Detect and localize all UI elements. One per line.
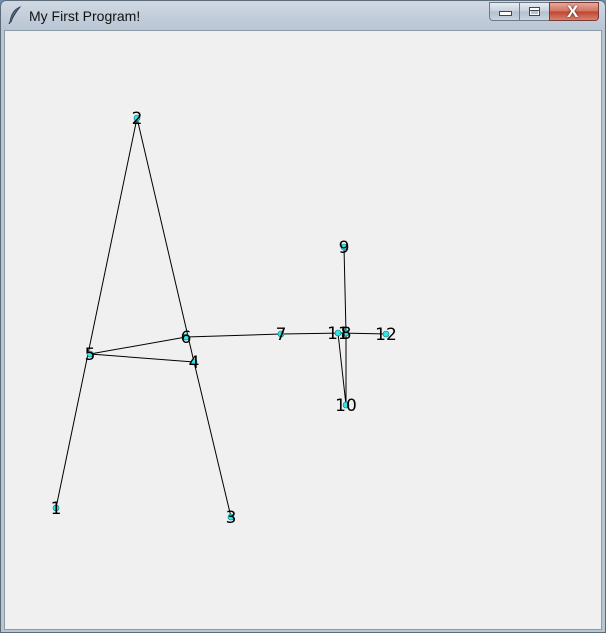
close-button[interactable]: X [549, 2, 599, 21]
feather-icon[interactable] [7, 6, 23, 25]
graph-node-label-2: 2 [132, 109, 143, 129]
graph-node-label-3: 3 [226, 508, 237, 528]
graph-edge-6-7 [185, 333, 282, 338]
graph-node-label-9: 9 [339, 238, 350, 258]
graph-edge-2-4 [136, 117, 195, 363]
graph-node-label-6: 6 [181, 328, 192, 348]
graph-edge-9-8 [343, 246, 347, 334]
canvas-area[interactable]: 1 2 3 4 5 6 7 8 9 10 11 12 [4, 30, 602, 630]
graph-edge-5-4 [89, 353, 195, 363]
app-window: My First Program! X 1 2 3 4 5 6 7 8 9 10 11 12 [0, 0, 606, 633]
maximize-icon [529, 7, 540, 16]
minimize-icon [499, 11, 512, 16]
graph-canvas[interactable]: 123456 7 891011 12 [5, 31, 601, 629]
maximize-button[interactable] [519, 2, 549, 21]
graph-node-label-4: 4 [189, 353, 200, 373]
graph-node-label-10: 10 [335, 396, 357, 416]
graph-edge-5-6 [89, 336, 187, 355]
graph-node-label-5: 5 [85, 345, 96, 365]
graph-node-label-7: 7 [276, 325, 287, 345]
title-bar[interactable]: My First Program! X [1, 1, 605, 30]
graph-node-label-11: 11 [327, 324, 349, 344]
minimize-button[interactable] [489, 2, 519, 21]
graph-node-label-1: 1 [51, 499, 62, 519]
close-icon: X [567, 2, 579, 21]
window-title: My First Program! [29, 8, 141, 24]
window-controls: X [489, 2, 599, 22]
graph-node-label-12: 12 [375, 325, 397, 345]
graph-edge-1-2 [55, 117, 138, 509]
graph-edge-4-3 [193, 361, 232, 518]
